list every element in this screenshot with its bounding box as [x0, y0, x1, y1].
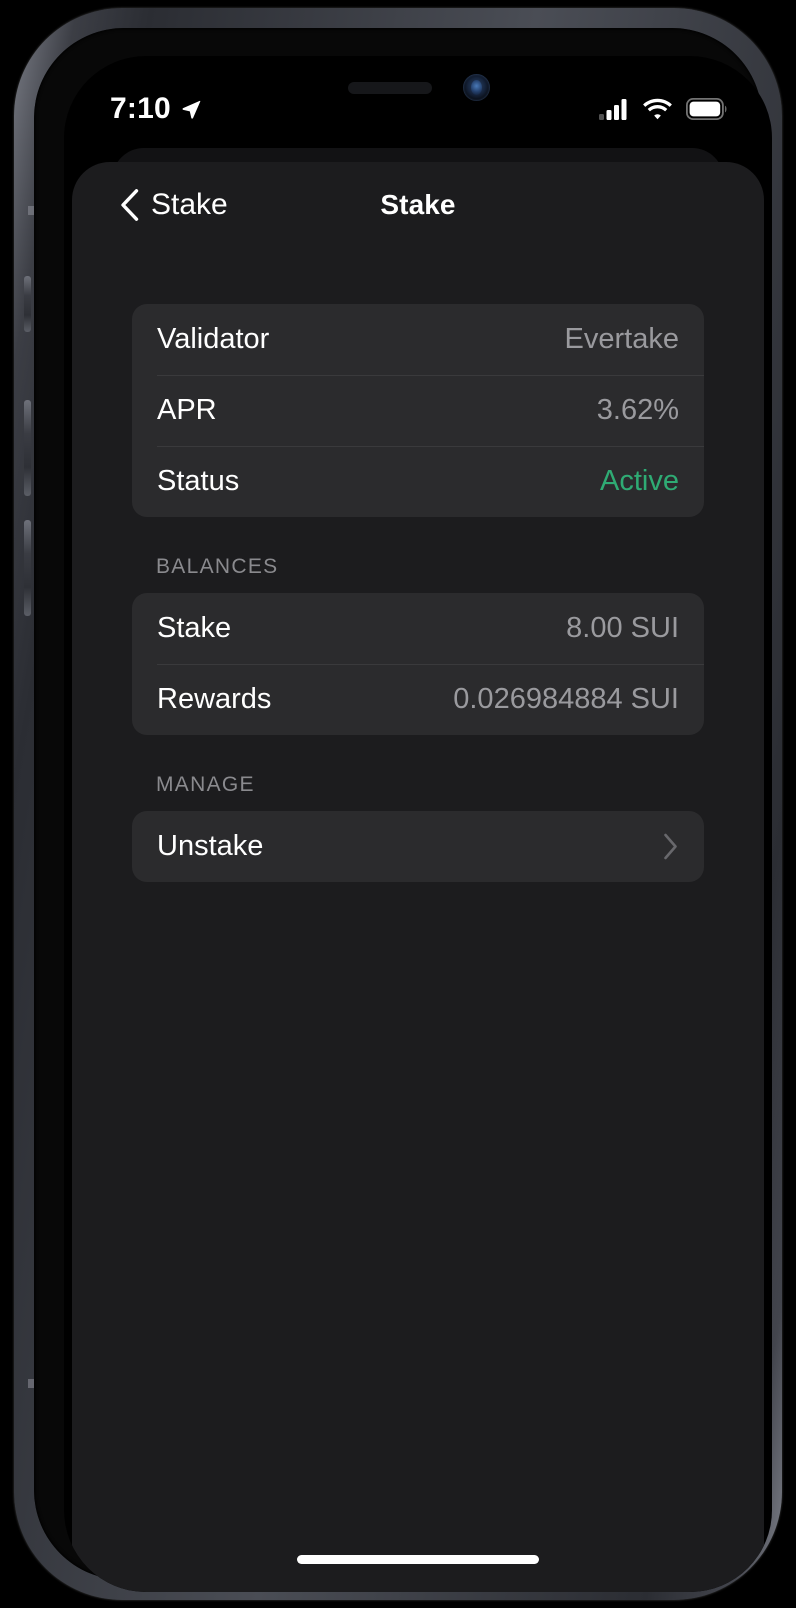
- table-row-validator: Validator Evertake: [132, 304, 704, 375]
- chevron-left-icon: [121, 189, 139, 221]
- table-row-stake-balance: Stake 8.00 SUI: [132, 593, 704, 664]
- back-button-label: Stake: [151, 188, 228, 221]
- unstake-button[interactable]: Unstake: [132, 811, 704, 882]
- balances-card: Stake 8.00 SUI Rewards 0.026984884 SUI: [132, 593, 704, 735]
- phone-frame: 7:10 Stake Stake Validator Evertake APR …: [14, 8, 782, 1600]
- manage-section: MANAGE Unstake: [132, 773, 704, 882]
- balances-section-header: BALANCES: [156, 555, 279, 578]
- row-value: 0.026984884 SUI: [453, 683, 679, 715]
- table-row-status: Status Active: [132, 446, 704, 517]
- chevron-right-icon: [664, 833, 677, 860]
- action-button[interactable]: [24, 276, 31, 332]
- row-label: Stake: [157, 612, 232, 644]
- volume-up-button[interactable]: [24, 400, 31, 496]
- row-value: 3.62%: [596, 394, 679, 426]
- sheet-content: Validator Evertake APR 3.62% Status Acti: [72, 248, 764, 882]
- row-value: 8.00 SUI: [566, 612, 679, 644]
- row-label: Validator: [157, 323, 270, 355]
- row-label: APR: [157, 394, 217, 426]
- dynamic-island: [330, 66, 506, 110]
- navigation-bar: Stake Stake: [72, 162, 764, 248]
- cellular-signal-icon: [599, 99, 627, 120]
- validator-details-section: Validator Evertake APR 3.62% Status Acti: [132, 304, 704, 517]
- status-bar-right: [599, 98, 728, 120]
- location-arrow-icon: [182, 100, 201, 119]
- phone-bezel: 7:10 Stake Stake Validator Evertake APR …: [34, 28, 772, 1592]
- row-label: Rewards: [157, 683, 272, 715]
- back-button[interactable]: Stake: [120, 189, 228, 221]
- table-row-apr: APR 3.62%: [132, 375, 704, 446]
- manage-card: Unstake: [132, 811, 704, 882]
- stake-detail-sheet: Stake Stake Validator Evertake APR 3.62%…: [72, 162, 764, 1592]
- wifi-icon: [643, 98, 672, 120]
- screenshot-stage: 7:10 Stake Stake Validator Evertake APR …: [0, 0, 796, 1608]
- table-row-rewards-balance: Rewards 0.026984884 SUI: [132, 664, 704, 735]
- unstake-button-label: Unstake: [157, 830, 264, 862]
- status-bar-clock: 7:10: [110, 92, 171, 125]
- status-badge: Active: [600, 465, 679, 497]
- row-value: Evertake: [564, 323, 679, 355]
- earpiece-speaker-icon: [348, 82, 432, 94]
- validator-details-card: Validator Evertake APR 3.62% Status Acti: [132, 304, 704, 517]
- home-indicator[interactable]: [297, 1555, 539, 1564]
- manage-section-header: MANAGE: [156, 773, 255, 796]
- volume-down-button[interactable]: [24, 520, 31, 616]
- status-bar-left: 7:10: [110, 94, 202, 124]
- battery-full-icon: [686, 98, 727, 120]
- balances-section: BALANCES Stake 8.00 SUI Rewards 0.026984…: [132, 555, 704, 735]
- phone-screen: 7:10 Stake Stake Validator Evertake APR …: [64, 56, 772, 1592]
- front-camera-icon: [463, 74, 490, 101]
- row-label: Status: [157, 465, 240, 497]
